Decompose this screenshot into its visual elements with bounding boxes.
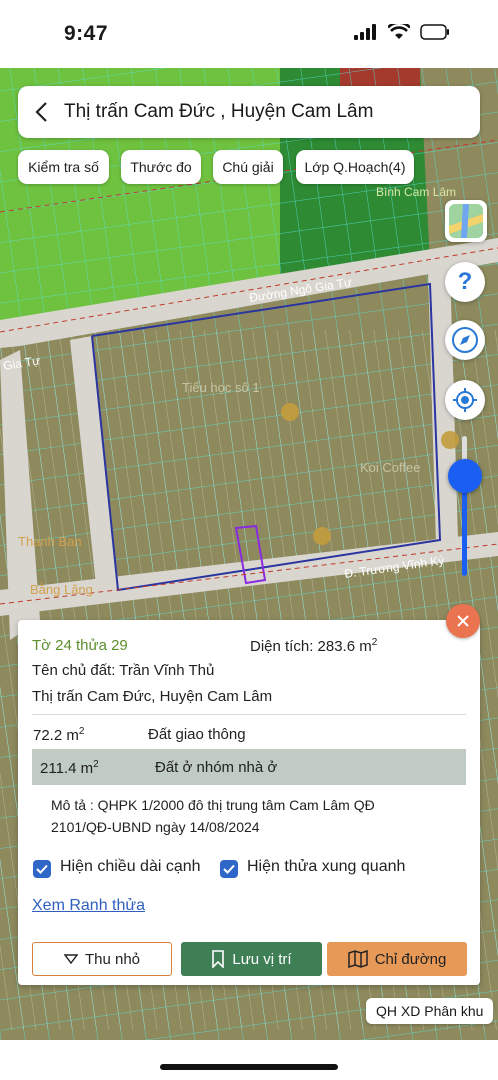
land-use-area: 72.2 m2 <box>33 726 85 744</box>
status-icons <box>354 24 450 40</box>
status-time: 9:47 <box>64 22 109 45</box>
check-icon <box>36 864 48 874</box>
map-thumbnail-icon <box>449 204 483 238</box>
poi-label: Bằng Lăng <box>30 582 93 597</box>
opacity-slider-track[interactable] <box>462 436 467 576</box>
battery-icon <box>420 24 449 40</box>
compass-button[interactable] <box>445 320 485 360</box>
show-neighbors-label: Hiện thửa xung quanh <box>247 858 406 875</box>
map-type-button[interactable] <box>445 200 487 242</box>
parcel-id: Tờ 24 thửa 29 <box>32 637 128 654</box>
shrink-label: Thu nhỏ <box>84 950 141 968</box>
chip-check-number[interactable]: Kiểm tra số <box>18 150 109 184</box>
header-bar: Thị trấn Cam Đức , Huyện Cam Lâm <box>18 86 480 138</box>
chip-ruler[interactable]: Thước đo <box>121 150 201 184</box>
help-icon: ? <box>457 268 473 295</box>
parcel-owner: Tên chủ đất: Trần Vĩnh Thủ <box>32 662 215 679</box>
poi-label: Koi Coffee <box>360 460 420 475</box>
directions-button[interactable]: Chỉ đường <box>327 942 467 976</box>
compass-icon <box>452 327 478 353</box>
shrink-button[interactable]: Thu nhỏ <box>32 942 172 976</box>
home-indicator[interactable] <box>160 1064 338 1070</box>
poi-label: Bình Cam Lâm <box>376 185 456 199</box>
close-panel-button[interactable] <box>446 604 480 638</box>
view-boundary-link[interactable]: Xem Ranh thửa <box>32 897 145 915</box>
close-icon <box>457 615 469 627</box>
bookmark-icon <box>212 950 225 968</box>
show-neighbors-checkbox[interactable] <box>220 860 238 878</box>
bottom-bar <box>0 1040 498 1080</box>
save-location-label: Lưu vị trí <box>232 950 292 968</box>
plan-description-line1: Mô tả : QHPK 1/2000 đô thị trung tâm Cam… <box>51 797 375 813</box>
land-use-type: Đất ở nhóm nhà ở <box>155 759 278 776</box>
poi-label: Thanh Ban <box>18 534 82 549</box>
chip-legend[interactable]: Chú giải <box>213 150 283 184</box>
plan-description-line2: 2101/QĐ-UBND ngày 14/08/2024 <box>51 819 260 835</box>
triangle-down-icon <box>63 954 78 964</box>
planning-layer-tag[interactable]: QH XD Phân khu <box>366 998 494 1024</box>
parcel-area: Diện tích: 283.6 m2 <box>250 637 378 655</box>
land-use-area: 211.4 m2 <box>40 759 99 777</box>
show-edge-length-label: Hiện chiều dài cạnh <box>60 858 201 875</box>
my-location-button[interactable] <box>445 380 485 420</box>
directions-label: Chỉ đường <box>374 950 447 968</box>
wifi-icon <box>388 24 410 39</box>
show-edge-length-checkbox[interactable] <box>33 860 51 878</box>
location-title[interactable]: Thị trấn Cam Đức , Huyện Cam Lâm <box>64 101 373 123</box>
status-bar: 9:47 <box>0 0 498 68</box>
check-icon <box>223 864 235 874</box>
opacity-slider-thumb[interactable] <box>448 459 482 493</box>
back-icon[interactable] <box>18 86 64 138</box>
land-use-type: Đất giao thông <box>148 726 246 743</box>
chip-planning-layers[interactable]: Lớp Q.Hoạch(4) <box>296 150 414 184</box>
map-icon <box>347 950 368 968</box>
save-location-button[interactable]: Lưu vị trí <box>181 942 322 976</box>
poi-label: Tiểu học số 1 <box>182 380 260 395</box>
help-button[interactable]: ? <box>445 262 485 302</box>
parcel-address: Thị trấn Cam Đức, Huyện Cam Lâm <box>32 688 273 705</box>
signal-icon <box>354 24 376 40</box>
locate-icon <box>453 388 477 412</box>
divider <box>32 714 466 715</box>
